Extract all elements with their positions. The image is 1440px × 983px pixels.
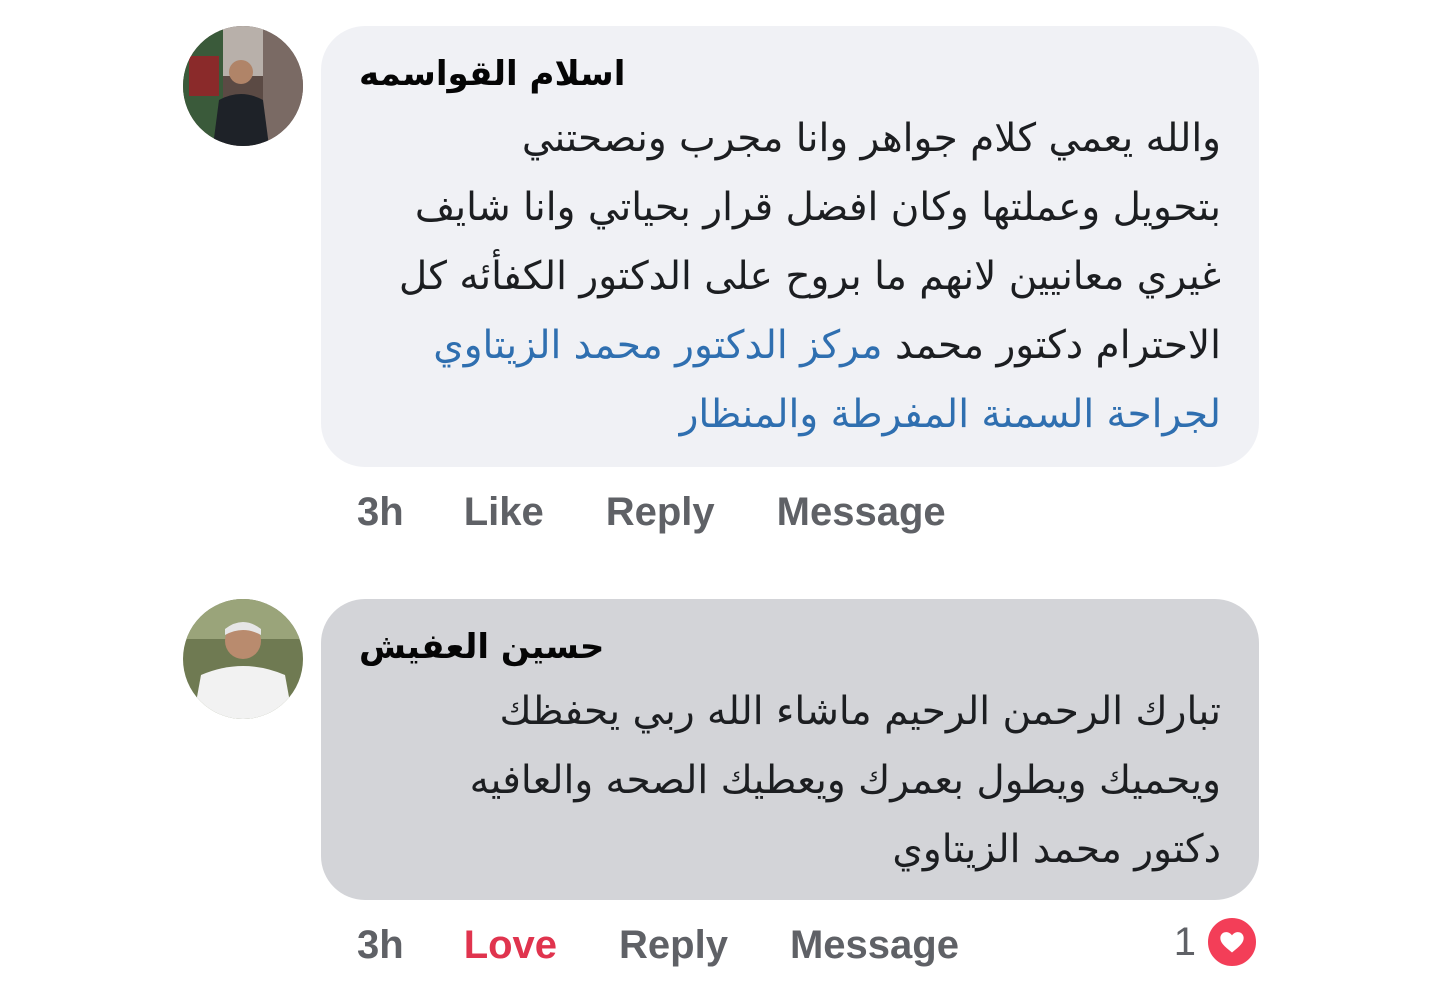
like-button[interactable]: Like	[464, 490, 544, 535]
message-button[interactable]: Message	[790, 923, 959, 968]
comment-line: غيري معانيين لانهم ما بروح على الدكتور ا…	[398, 254, 1221, 299]
reaction-summary[interactable]: 1	[1174, 916, 1258, 968]
message-button[interactable]: Message	[777, 490, 946, 535]
page-mention-link[interactable]: مركز الدكتور محمد الزيتاوي	[433, 323, 882, 368]
heart-icon	[1206, 916, 1258, 968]
comment-line: ويحميك ويطول بعمرك ويعطيك الصحه والعافيه	[469, 758, 1221, 803]
reply-button[interactable]: Reply	[606, 490, 715, 535]
avatar[interactable]	[183, 599, 303, 719]
reaction-count: 1	[1173, 919, 1196, 964]
timestamp[interactable]: 3h	[357, 490, 404, 535]
author-name[interactable]: اسلام القواسمه	[359, 52, 1221, 96]
comment-actions: 3h Love Reply Message	[357, 920, 959, 970]
author-name[interactable]: حسين العفيش	[359, 625, 1221, 669]
avatar[interactable]	[183, 26, 303, 146]
comment-text: تبارك الرحمن الرحيم ماشاء الله ربي يحفظك…	[359, 677, 1221, 884]
comment-line: تبارك الرحمن الرحيم ماشاء الله ربي يحفظك	[499, 689, 1221, 734]
love-reaction-button[interactable]: Love	[464, 923, 557, 968]
user-photo-icon	[183, 26, 303, 146]
timestamp[interactable]: 3h	[357, 923, 404, 968]
comment-line: بتحويل وعملتها وكان افضل قرار بحياتي وان…	[414, 185, 1221, 230]
comment-author[interactable]: اسلام القواسمه	[359, 52, 1221, 96]
comment-text: والله يعمي كلام جواهر وانا مجرب ونصحتني …	[359, 104, 1221, 449]
comment-author[interactable]: حسين العفيش	[359, 625, 1221, 669]
comment-actions: 3h Like Reply Message	[357, 487, 946, 537]
comment-line: والله يعمي كلام جواهر وانا مجرب ونصحتني	[521, 116, 1221, 161]
comment-line-text: الاحترام دكتور محمد	[894, 323, 1221, 368]
comment-bubble: اسلام القواسمه والله يعمي كلام جواهر وان…	[321, 26, 1259, 467]
page-mention-link-continued[interactable]: لجراحة السمنة المفرطة والمنظار	[359, 380, 1221, 449]
comment-line: الاحترام دكتور محمد مركز الدكتور محمد ال…	[359, 311, 1221, 380]
comment-bubble: حسين العفيش تبارك الرحمن الرحيم ماشاء ال…	[321, 599, 1259, 900]
reply-button[interactable]: Reply	[619, 923, 728, 968]
user-photo-icon	[183, 599, 303, 719]
comment-line: دكتور محمد الزيتاوي	[892, 827, 1221, 872]
